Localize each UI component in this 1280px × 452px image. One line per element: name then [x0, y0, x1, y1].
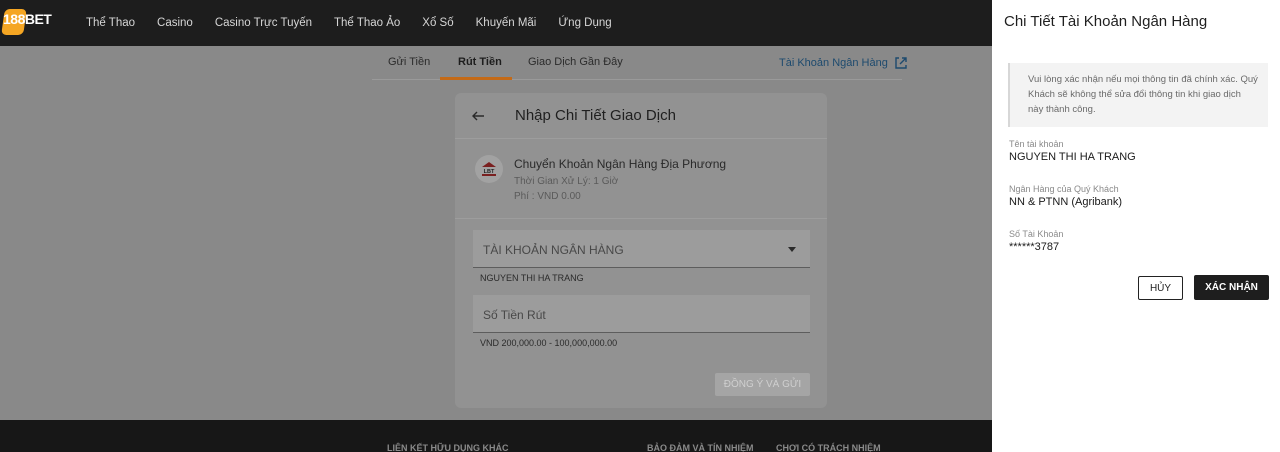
cancel-button[interactable]: HỦY [1138, 276, 1183, 300]
bank-label: Ngân Hàng của Quý Khách [1009, 184, 1119, 194]
bank-account-link[interactable]: Tài Khoản Ngân Hàng [779, 56, 908, 70]
nav-item-virtual-sports[interactable]: Thể Thao Ảo [334, 17, 400, 29]
method-processing-time: Thời Gian Xử Lý: 1 Giờ [514, 176, 619, 187]
footer-responsible-gaming[interactable]: CHƠI CÓ TRÁCH NHIỆM [776, 443, 881, 452]
bank-account-select-placeholder: TÀI KHOẢN NGÂN HÀNG [483, 243, 624, 257]
nav-item-live-casino[interactable]: Casino Trực Tuyến [215, 17, 312, 29]
method-name: Chuyển Khoản Ngân Hàng Địa Phương [514, 157, 727, 171]
nav-item-sports[interactable]: Thể Thao [86, 17, 135, 29]
nav-item-apps[interactable]: Ứng Dụng [558, 17, 611, 29]
bank-account-select[interactable]: TÀI KHOẢN NGÂN HÀNG [473, 230, 810, 268]
confirmation-notice: Vui lòng xác nhận nếu mọi thông tin đã c… [1008, 63, 1268, 127]
account-name-label: Tên tài khoản [1009, 139, 1064, 149]
bank-account-helper: NGUYEN THI HA TRANG [480, 273, 584, 283]
back-arrow-icon[interactable] [471, 109, 485, 123]
account-name-value: NGUYEN THI HA TRANG [1009, 151, 1136, 163]
tab-deposit[interactable]: Gửi Tiền [388, 56, 430, 68]
method-fee: Phí : VND 0.00 [514, 191, 581, 202]
tab-withdraw[interactable]: Rút Tiền [458, 56, 502, 68]
card-header: Nhập Chi Tiết Giao Dịch [455, 93, 827, 139]
confirm-button[interactable]: XÁC NHẬN [1194, 275, 1269, 300]
footer-security[interactable]: BẢO ĐẢM VÀ TÍN NHIỆM [647, 443, 754, 452]
amount-range-helper: VND 200,000.00 - 100,000,000.00 [480, 338, 618, 348]
submit-button[interactable]: ĐỒNG Ý VÀ GỬI [715, 373, 810, 396]
svg-text:LBT: LBT [484, 169, 495, 175]
bank-building-icon: LBT [482, 162, 496, 176]
external-link-icon [895, 57, 907, 69]
transaction-card: Nhập Chi Tiết Giao Dịch LBT Chuyển Khoản… [455, 93, 827, 408]
bank-account-link-label: Tài Khoản Ngân Hàng [779, 57, 888, 69]
tab-recent-transactions[interactable]: Giao Dịch Gần Đây [528, 56, 623, 68]
drawer-title: Chi Tiết Tài Khoản Ngân Hàng [1004, 13, 1208, 30]
withdraw-amount-input[interactable]: Số Tiền Rút [473, 295, 810, 333]
nav-item-promotions[interactable]: Khuyến Mãi [476, 17, 537, 29]
main-nav: Thể Thao Casino Casino Trực Tuyến Thể Th… [86, 0, 634, 46]
nav-item-casino[interactable]: Casino [157, 17, 193, 29]
withdraw-amount-placeholder: Số Tiền Rút [483, 308, 546, 322]
logo-text: 188BET [3, 11, 52, 27]
card-divider [455, 218, 827, 219]
card-title: Nhập Chi Tiết Giao Dịch [515, 107, 676, 124]
footer-useful-links[interactable]: LIÊN KẾT HỮU DỤNG KHÁC [387, 443, 508, 452]
account-number-value: ******3787 [1009, 241, 1060, 253]
bank-details-drawer: Chi Tiết Tài Khoản Ngân Hàng Vui lòng xá… [992, 0, 1280, 452]
brand-logo[interactable]: 188BET [1, 8, 52, 36]
active-tab-indicator [440, 77, 512, 80]
account-number-label: Số Tài Khoản [1009, 229, 1064, 239]
bank-value: NN & PTNN (Agribank) [1009, 196, 1123, 208]
nav-item-lottery[interactable]: Xổ Số [422, 17, 453, 29]
dropdown-caret-icon [788, 247, 796, 252]
bank-icon: LBT [475, 155, 503, 183]
